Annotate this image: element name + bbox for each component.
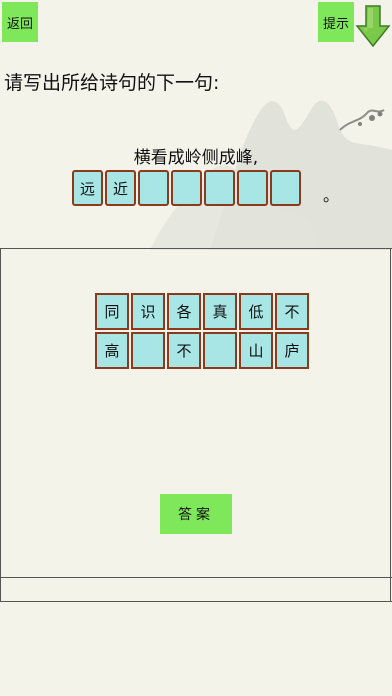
tile-row: 同 识 各 真 低 不 <box>95 293 311 330</box>
ending-punctuation: 。 <box>323 186 340 205</box>
answer-slot[interactable] <box>138 170 169 206</box>
answer-slot[interactable]: 近 <box>105 170 136 206</box>
divider-bottom-1 <box>0 577 392 578</box>
back-button[interactable]: 返回 <box>2 2 38 42</box>
choice-tile[interactable] <box>131 332 165 369</box>
tile-row: 高 不 山 庐 <box>95 332 311 369</box>
choice-tile[interactable]: 山 <box>239 332 273 369</box>
choice-tile[interactable]: 高 <box>95 332 129 369</box>
divider-top <box>0 248 392 249</box>
question-prompt: 请写出所给诗句的下一句: <box>4 72 220 94</box>
given-poem-line: 横看成岭侧成峰, <box>133 148 259 168</box>
answer-slots: 远 近 <box>72 170 301 206</box>
download-arrow-icon[interactable] <box>355 4 391 48</box>
choice-tile[interactable]: 真 <box>203 293 237 330</box>
choice-tile[interactable]: 各 <box>167 293 201 330</box>
panel-left-edge <box>0 248 1 602</box>
choice-tile[interactable]: 不 <box>275 293 309 330</box>
panel-right-edge <box>390 248 391 602</box>
choice-tile[interactable]: 同 <box>95 293 129 330</box>
choice-tile[interactable]: 低 <box>239 293 273 330</box>
answer-slot[interactable] <box>270 170 301 206</box>
answer-slot[interactable] <box>237 170 268 206</box>
choice-tile[interactable]: 不 <box>167 332 201 369</box>
choice-tiles: 同 识 各 真 低 不 高 不 山 庐 <box>95 293 311 371</box>
answer-slot[interactable] <box>204 170 235 206</box>
choice-tile[interactable]: 庐 <box>275 332 309 369</box>
choice-tile[interactable] <box>203 332 237 369</box>
hint-button[interactable]: 提示 <box>318 2 354 42</box>
divider-bottom-2 <box>0 601 392 602</box>
answer-slot[interactable]: 远 <box>72 170 103 206</box>
choice-tile[interactable]: 识 <box>131 293 165 330</box>
answer-slot[interactable] <box>171 170 202 206</box>
answer-button[interactable]: 答案 <box>160 494 232 534</box>
